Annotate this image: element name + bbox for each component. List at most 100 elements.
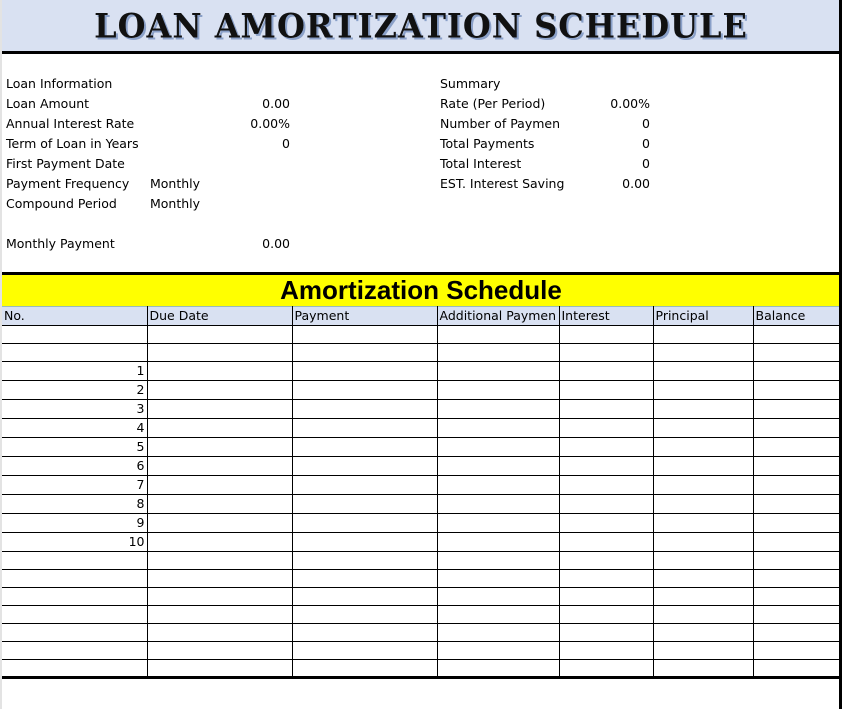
cell-principal[interactable] <box>652 343 754 362</box>
cell-balance[interactable] <box>752 361 841 381</box>
cell-principal[interactable] <box>652 605 754 624</box>
cell-balance[interactable] <box>752 513 841 533</box>
cell-balance[interactable] <box>752 532 841 552</box>
column-header-principal[interactable]: Principal <box>652 306 754 326</box>
cell-additional-payment[interactable] <box>436 587 560 606</box>
cell-interest[interactable] <box>558 587 654 606</box>
cell-no[interactable]: 8 <box>2 494 148 514</box>
cell-balance[interactable] <box>752 605 841 624</box>
cell-no[interactable]: 10 <box>2 532 148 552</box>
cell-additional-payment[interactable] <box>436 325 560 344</box>
cell-additional-payment[interactable] <box>436 456 560 476</box>
cell-due-date[interactable] <box>146 532 293 552</box>
column-header-additional-payment[interactable]: Additional Paymen <box>436 306 560 326</box>
cell-balance[interactable] <box>752 623 841 642</box>
cell-principal[interactable] <box>652 361 754 381</box>
cell-payment[interactable] <box>291 513 438 533</box>
cell-balance[interactable] <box>752 587 841 606</box>
cell-balance[interactable] <box>752 494 841 514</box>
cell-no[interactable] <box>2 325 148 344</box>
cell-no[interactable] <box>2 659 148 679</box>
cell-no[interactable] <box>2 569 148 588</box>
cell-balance[interactable] <box>752 343 841 362</box>
cell-due-date[interactable] <box>146 659 293 679</box>
cell-payment[interactable] <box>291 325 438 344</box>
cell-payment[interactable] <box>291 475 438 495</box>
cell-no[interactable] <box>2 605 148 624</box>
column-header-no[interactable]: No. <box>2 306 148 326</box>
cell-due-date[interactable] <box>146 494 293 514</box>
cell-additional-payment[interactable] <box>436 569 560 588</box>
cell-due-date[interactable] <box>146 587 293 606</box>
cell-no[interactable] <box>2 343 148 362</box>
cell-due-date[interactable] <box>146 325 293 344</box>
cell-balance[interactable] <box>752 418 841 438</box>
cell-principal[interactable] <box>652 456 754 476</box>
cell-no[interactable]: 1 <box>2 361 148 381</box>
cell-interest[interactable] <box>558 551 654 570</box>
cell-additional-payment[interactable] <box>436 641 560 660</box>
cell-due-date[interactable] <box>146 605 293 624</box>
cell-interest[interactable] <box>558 569 654 588</box>
cell-balance[interactable] <box>752 380 841 400</box>
cell-interest[interactable] <box>558 605 654 624</box>
cell-due-date[interactable] <box>146 380 293 400</box>
cell-payment[interactable] <box>291 569 438 588</box>
cell-due-date[interactable] <box>146 418 293 438</box>
cell-principal[interactable] <box>652 569 754 588</box>
cell-balance[interactable] <box>752 325 841 344</box>
cell-due-date[interactable] <box>146 551 293 570</box>
column-header-interest[interactable]: Interest <box>558 306 654 326</box>
cell-no[interactable]: 6 <box>2 456 148 476</box>
cell-additional-payment[interactable] <box>436 437 560 457</box>
cell-interest[interactable] <box>558 343 654 362</box>
cell-due-date[interactable] <box>146 569 293 588</box>
compound-period-value[interactable]: Monthly <box>150 194 200 214</box>
column-header-balance[interactable]: Balance <box>752 306 841 326</box>
cell-principal[interactable] <box>652 659 754 679</box>
cell-additional-payment[interactable] <box>436 513 560 533</box>
cell-additional-payment[interactable] <box>436 475 560 495</box>
cell-payment[interactable] <box>291 532 438 552</box>
cell-principal[interactable] <box>652 623 754 642</box>
loan-term-value[interactable]: 0 <box>206 134 290 154</box>
cell-no[interactable] <box>2 623 148 642</box>
cell-interest[interactable] <box>558 623 654 642</box>
cell-due-date[interactable] <box>146 513 293 533</box>
cell-payment[interactable] <box>291 641 438 660</box>
cell-no[interactable]: 4 <box>2 418 148 438</box>
cell-payment[interactable] <box>291 437 438 457</box>
cell-balance[interactable] <box>752 399 841 419</box>
cell-interest[interactable] <box>558 513 654 533</box>
cell-additional-payment[interactable] <box>436 605 560 624</box>
cell-no[interactable]: 2 <box>2 380 148 400</box>
cell-due-date[interactable] <box>146 623 293 642</box>
cell-interest[interactable] <box>558 399 654 419</box>
cell-interest[interactable] <box>558 437 654 457</box>
cell-due-date[interactable] <box>146 475 293 495</box>
cell-principal[interactable] <box>652 418 754 438</box>
cell-due-date[interactable] <box>146 361 293 381</box>
cell-payment[interactable] <box>291 494 438 514</box>
cell-payment[interactable] <box>291 623 438 642</box>
cell-no[interactable] <box>2 551 148 570</box>
cell-additional-payment[interactable] <box>436 399 560 419</box>
cell-principal[interactable] <box>652 641 754 660</box>
loan-amount-value[interactable]: 0.00 <box>206 94 290 114</box>
cell-due-date[interactable] <box>146 437 293 457</box>
cell-no[interactable]: 9 <box>2 513 148 533</box>
cell-interest[interactable] <box>558 641 654 660</box>
cell-interest[interactable] <box>558 325 654 344</box>
cell-balance[interactable] <box>752 551 841 570</box>
cell-due-date[interactable] <box>146 641 293 660</box>
cell-interest[interactable] <box>558 418 654 438</box>
annual-interest-rate-value[interactable]: 0.00% <box>206 114 290 134</box>
cell-additional-payment[interactable] <box>436 343 560 362</box>
cell-additional-payment[interactable] <box>436 659 560 679</box>
cell-payment[interactable] <box>291 343 438 362</box>
cell-payment[interactable] <box>291 399 438 419</box>
cell-additional-payment[interactable] <box>436 418 560 438</box>
cell-additional-payment[interactable] <box>436 532 560 552</box>
payment-frequency-value[interactable]: Monthly <box>150 174 200 194</box>
cell-principal[interactable] <box>652 380 754 400</box>
